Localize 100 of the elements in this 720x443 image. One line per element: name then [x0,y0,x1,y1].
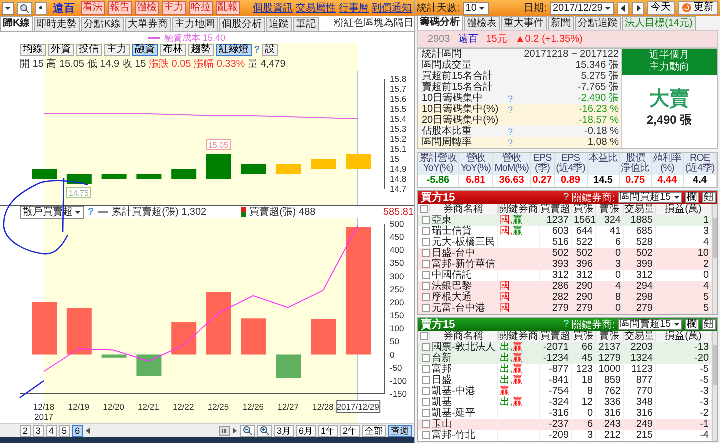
tab[interactable]: 主力地圖 [172,17,218,31]
checkbox[interactable] [422,431,430,439]
tab[interactable]: 分點追蹤 [575,16,621,30]
column-header[interactable]: 買張 [572,204,596,215]
tab[interactable]: 追蹤 [266,17,292,31]
checkbox[interactable] [422,343,430,351]
checkbox[interactable] [422,282,430,290]
checkbox[interactable] [422,260,430,268]
column-header[interactable]: 關鍵券商 [498,204,540,215]
refresh-button[interactable]: 更新 [678,1,718,15]
checkbox[interactable] [422,227,430,235]
scroll-handle-icon[interactable] [218,426,230,436]
checkbox[interactable] [422,420,430,428]
tab[interactable]: 法人目標(14元) [622,16,696,30]
tab[interactable]: 即時走勢 [34,17,80,31]
settings-button[interactable]: 設 [262,44,278,56]
column-header[interactable]: 交易量 [624,331,656,342]
table-cell: 45 [572,353,596,364]
indicator-button[interactable]: 主力 [104,44,130,56]
checkbox[interactable] [422,398,430,406]
checkbox[interactable] [422,354,430,362]
tab[interactable]: 個股分析 [218,17,265,31]
zoom-out-button[interactable] [240,424,255,436]
checkbox[interactable] [420,205,428,213]
table-option-button[interactable]: 鈕 [702,192,716,203]
page-button[interactable]: 4 [46,424,58,436]
indicator-button[interactable]: 趨勢 [188,44,214,56]
checkbox[interactable] [422,387,430,395]
indicator-button[interactable]: 布林 [160,44,186,56]
column-header[interactable]: 券商名稱 [430,331,498,342]
help-link[interactable]: ? [88,206,94,218]
date-field[interactable]: 2017/12/29 [550,2,614,14]
range-button[interactable]: 全部 [362,424,386,436]
page-button[interactable]: 3 [33,424,44,436]
range-button[interactable]: 3月 [274,424,294,436]
column-header[interactable]: 買賣超 [540,204,572,215]
range-button[interactable]: 6月 [296,424,316,436]
header-link[interactable]: 個股資訊 [253,1,293,15]
indicator-button[interactable]: 外資 [48,44,74,56]
table-option-button[interactable]: 欄 [685,319,699,330]
table-option-button[interactable]: 欄 [685,192,699,203]
header-link[interactable]: 到價通知 [372,1,412,15]
checkbox[interactable] [422,409,430,417]
page-button[interactable]: 5 [59,424,70,436]
zoom-in-button[interactable] [256,424,272,436]
stock-dropdown[interactable] [2,2,14,14]
column-header[interactable]: 關鍵券商 [498,331,540,342]
next-day-button[interactable] [632,2,644,14]
column-header[interactable]: 賣張 [596,331,624,342]
indicator-button[interactable]: 紅綠燈 [216,44,252,56]
bar-legend-icon [240,207,246,217]
column-header[interactable]: 買賣超 [540,331,572,342]
days-dropdown[interactable]: 10 [462,2,489,14]
dot-button[interactable] [35,2,47,14]
header-link[interactable]: 行事曆 [339,1,369,15]
indicator-button[interactable]: 均線 [20,44,46,56]
tab[interactable]: 筆記 [292,17,319,31]
help-link[interactable]: ? [564,192,570,203]
indicator-button[interactable]: 投信 [76,44,102,56]
checkbox[interactable] [422,249,430,257]
previous-day-button[interactable] [617,2,629,14]
page-button[interactable]: 2 [20,424,32,436]
range-button[interactable]: 1年 [318,424,338,436]
tab[interactable]: 大單券商 [124,17,171,31]
column-header[interactable]: 損益(萬) [656,331,712,342]
checkbox[interactable] [422,216,430,224]
page-button[interactable]: 6 [72,424,84,436]
checkbox[interactable] [422,238,430,246]
tab[interactable]: 重大事件 [501,16,547,30]
search-button[interactable] [17,2,32,14]
column-header[interactable]: 交易量 [624,204,656,215]
tab[interactable]: 歸K線 [0,16,34,31]
right-arrow-icon[interactable] [232,426,238,434]
column-header[interactable]: 買張 [572,331,596,342]
column-header[interactable]: 賣張 [596,204,624,215]
left-arrow-icon[interactable] [85,426,92,434]
scrollbar[interactable] [712,204,717,314]
checkbox[interactable] [420,332,428,340]
tab[interactable]: 分點K線 [81,17,124,31]
range-button[interactable]: 2年 [340,424,360,436]
tab[interactable]: 新聞 [548,16,574,30]
column-header[interactable]: 損益(萬) [656,204,712,215]
scrollbar[interactable] [712,331,717,441]
checkbox[interactable] [422,293,430,301]
metric-value: 4.44 [656,175,678,187]
range-button[interactable]: 查週 [388,424,412,436]
filter-dropdown[interactable]: 區間賣超15 [618,319,682,330]
checkbox[interactable] [422,304,430,312]
column-header[interactable]: 券商名稱 [430,204,498,215]
checkbox[interactable] [422,365,430,373]
checkbox[interactable] [422,376,430,384]
table-option-button[interactable]: 鈕 [702,319,716,330]
today-button[interactable]: 今天 [647,1,675,15]
tab[interactable]: 籌碼分析 [417,15,463,30]
checkbox[interactable] [422,271,430,279]
tab[interactable]: 體檢表 [464,16,500,30]
header-link[interactable]: 交易屬性 [296,1,336,15]
filter-dropdown[interactable]: 區間買超15 [618,192,682,203]
axis-label: 500 [390,219,404,229]
indicator-button[interactable]: 融資 [132,44,158,56]
